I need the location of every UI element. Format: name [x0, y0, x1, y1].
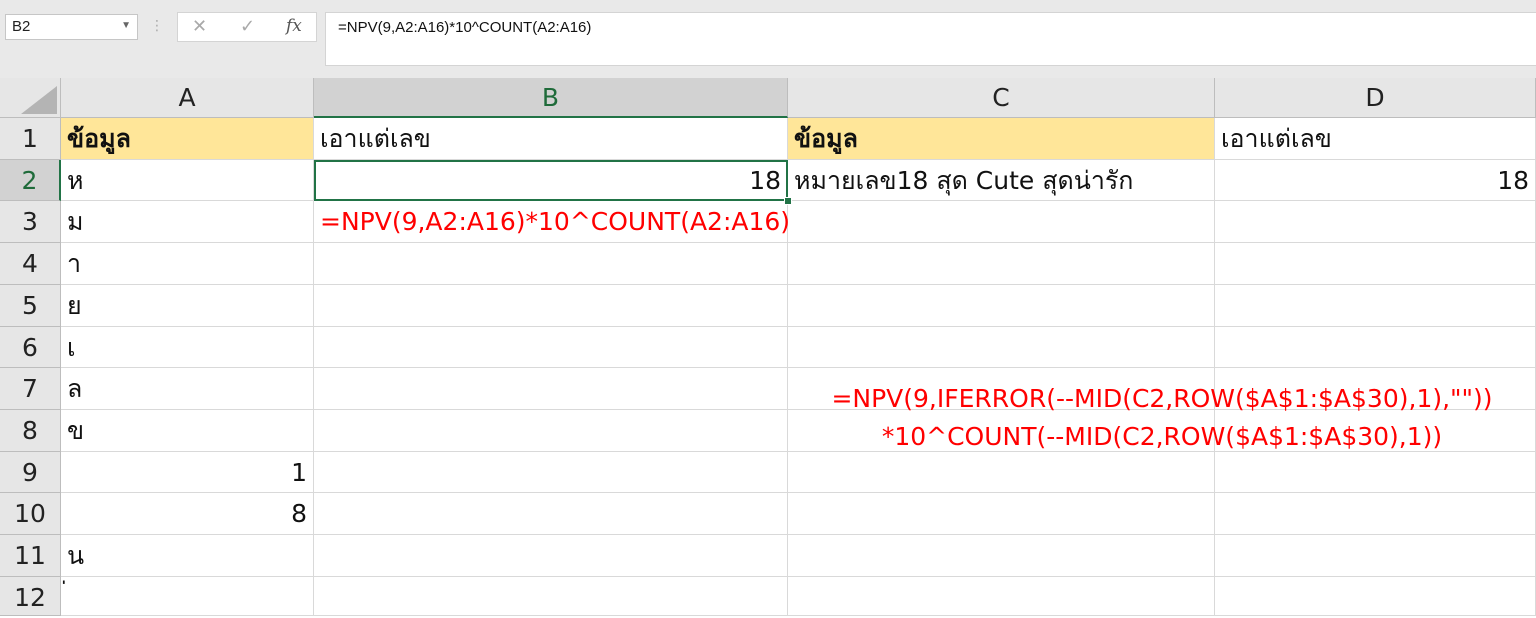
cell-c4[interactable]	[788, 243, 1215, 285]
formula-buttons: ✕ ✓ fx	[177, 12, 317, 42]
cell-c6[interactable]	[788, 327, 1215, 368]
select-all-icon	[21, 86, 57, 114]
chevron-down-icon[interactable]: ▼	[121, 20, 131, 31]
cell-d5[interactable]	[1215, 285, 1536, 327]
cell-a2[interactable]: ห	[61, 160, 314, 201]
formula-text: =NPV(9,A2:A16)*10^COUNT(A2:A16)	[338, 19, 592, 36]
row-header-6[interactable]: 6	[0, 327, 61, 368]
cell-b11[interactable]	[314, 535, 788, 577]
cell-a7[interactable]: ล	[61, 368, 314, 410]
cell-b3[interactable]: =NPV(9,A2:A16)*10^COUNT(A2:A16)	[314, 201, 790, 243]
insert-function-icon[interactable]: fx	[286, 16, 302, 36]
cell-d4[interactable]	[1215, 243, 1536, 285]
cell-a5[interactable]: ย	[61, 285, 314, 327]
cell-b6[interactable]	[314, 327, 788, 368]
cell-c5[interactable]	[788, 285, 1215, 327]
row-header-5[interactable]: 5	[0, 285, 61, 327]
cell-b7[interactable]	[314, 368, 788, 410]
cell-d3[interactable]	[1215, 201, 1536, 243]
cell-c11[interactable]	[788, 535, 1215, 577]
cell-a8[interactable]: ข	[61, 410, 314, 452]
cell-b12[interactable]	[314, 577, 788, 616]
cell-d12[interactable]	[1215, 577, 1536, 616]
cell-c2[interactable]: หมายเลข18 สุด Cute สุดน่ารัก	[788, 160, 1215, 201]
cell-a3[interactable]: ม	[61, 201, 314, 243]
worksheet-grid: A B C D 1 2 3 4 5 6 7 8 9 10 11 12 ข้อมู…	[0, 78, 1536, 616]
drag-handle-icon[interactable]: ⋮	[150, 15, 164, 37]
column-header-c[interactable]: C	[788, 78, 1215, 118]
fill-handle[interactable]	[784, 197, 792, 205]
column-header-b[interactable]: B	[314, 78, 788, 118]
cell-d6[interactable]	[1215, 327, 1536, 368]
cell-a11[interactable]: น	[61, 535, 314, 577]
cell-b4[interactable]	[314, 243, 788, 285]
cell-d1[interactable]: เอาแต่เลข	[1215, 118, 1536, 160]
cell-b8[interactable]	[314, 410, 788, 452]
row-header-11[interactable]: 11	[0, 535, 61, 577]
cell-a9[interactable]: 1	[61, 452, 314, 493]
row-header-7[interactable]: 7	[0, 368, 61, 410]
row-header-12[interactable]: 12	[0, 577, 61, 616]
cell-d2[interactable]: 18	[1215, 160, 1536, 201]
formula-bar-area: B2 ▼ ⋮ ✕ ✓ fx =NPV(9,A2:A16)*10^COUNT(A2…	[0, 0, 1536, 78]
cell-b5[interactable]	[314, 285, 788, 327]
cancel-icon[interactable]: ✕	[192, 16, 207, 37]
cell-a6[interactable]: เ	[61, 327, 314, 368]
name-box[interactable]: B2 ▼	[5, 14, 138, 40]
cell-b2[interactable]: 18	[314, 160, 788, 201]
row-header-10[interactable]: 10	[0, 493, 61, 535]
row-header-1[interactable]: 1	[0, 118, 61, 160]
row-header-8[interactable]: 8	[0, 410, 61, 452]
cell-c9[interactable]	[788, 452, 1215, 493]
row-header-4[interactable]: 4	[0, 243, 61, 285]
cell-a10[interactable]: 8	[61, 493, 314, 535]
cell-c3[interactable]	[788, 201, 1215, 243]
cell-b9[interactable]	[314, 452, 788, 493]
cell-a4[interactable]: า	[61, 243, 314, 285]
cell-a12[interactable]: ่	[61, 577, 314, 616]
cell-d10[interactable]	[1215, 493, 1536, 535]
name-box-value: B2	[12, 18, 31, 35]
cell-b10[interactable]	[314, 493, 788, 535]
cell-d11[interactable]	[1215, 535, 1536, 577]
formula-input[interactable]: =NPV(9,A2:A16)*10^COUNT(A2:A16)	[325, 12, 1536, 66]
cell-c10[interactable]	[788, 493, 1215, 535]
cell-d9[interactable]	[1215, 452, 1536, 493]
row-header-9[interactable]: 9	[0, 452, 61, 493]
cell-c12[interactable]	[788, 577, 1215, 616]
column-header-d[interactable]: D	[1215, 78, 1536, 118]
annotation-formula-line2: *10^COUNT(--MID(C2,ROW($A$1:$A$30),1))	[881, 422, 1443, 451]
annotation-formula-line1: =NPV(9,IFERROR(--MID(C2,ROW($A$1:$A$30),…	[831, 384, 1493, 413]
enter-icon[interactable]: ✓	[240, 16, 255, 37]
row-header-2[interactable]: 2	[0, 160, 61, 201]
cell-c1[interactable]: ข้อมูล	[788, 118, 1215, 160]
cell-a1[interactable]: ข้อมูล	[61, 118, 314, 160]
row-header-3[interactable]: 3	[0, 201, 61, 243]
cell-b1[interactable]: เอาแต่เลข	[314, 118, 788, 160]
select-all-button[interactable]	[0, 78, 61, 118]
column-header-a[interactable]: A	[61, 78, 314, 118]
